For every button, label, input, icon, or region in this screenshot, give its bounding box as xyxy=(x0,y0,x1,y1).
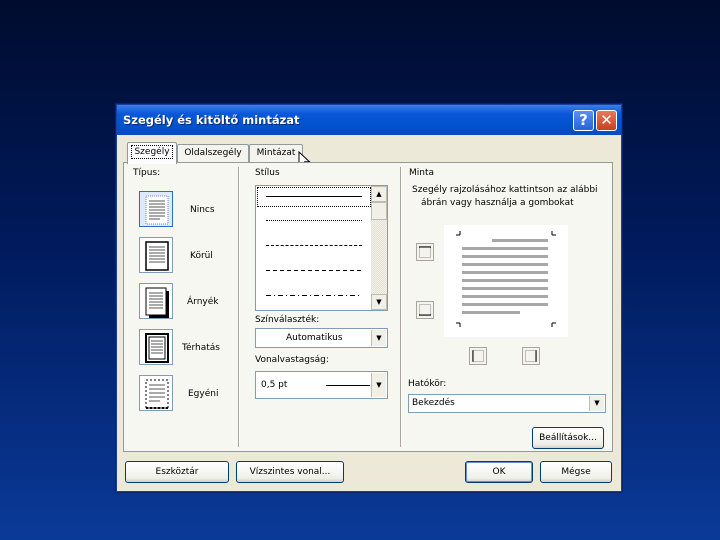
style-label: Stílus xyxy=(255,168,280,178)
style-dotted-line[interactable] xyxy=(266,220,362,221)
preview-text-line xyxy=(462,303,548,306)
type-3d-label: Térhatás xyxy=(182,343,220,353)
color-value: Automatikus xyxy=(286,333,343,343)
apply-to-label: Hatókör: xyxy=(408,379,447,389)
top-border-button[interactable] xyxy=(416,243,434,261)
border-top-icon xyxy=(419,246,431,258)
tab-shading-label: Mintázat xyxy=(256,148,296,158)
toolbar-button[interactable]: Eszköztár xyxy=(125,461,229,483)
type-box-button[interactable] xyxy=(139,237,173,273)
scroll-thumb[interactable] xyxy=(371,202,387,220)
type-none-button[interactable] xyxy=(139,191,173,227)
type-3d-button[interactable] xyxy=(139,329,173,365)
style-selection xyxy=(257,187,371,207)
chevron-down-icon[interactable]: ▼ xyxy=(371,330,386,346)
width-sample-line xyxy=(326,385,370,386)
tab-shading[interactable]: Mintázat xyxy=(249,144,303,163)
title-bar[interactable]: Szegély és kitöltő mintázat ? ✕ xyxy=(117,105,621,135)
scroll-up-icon[interactable]: ▲ xyxy=(371,186,387,202)
preview-text-line xyxy=(462,247,548,250)
border-shadow-icon xyxy=(145,287,169,318)
border-box-icon xyxy=(145,241,169,271)
type-box-label: Körül xyxy=(190,251,213,261)
preview-text-line xyxy=(462,295,548,298)
scroll-down-icon[interactable]: ▼ xyxy=(371,294,387,310)
options-button[interactable]: Beállítások... xyxy=(532,427,604,449)
type-label: Típus: xyxy=(133,168,161,178)
border-right-icon xyxy=(525,350,537,362)
border-3d-icon xyxy=(145,333,169,363)
style-dashed-line[interactable] xyxy=(266,270,362,271)
help-button[interactable]: ? xyxy=(573,110,594,131)
preview-hint-line1: Szegély rajzolásához kattintson az alább… xyxy=(412,185,598,195)
preview-label: Minta xyxy=(409,168,435,178)
separator xyxy=(400,167,402,447)
preview-text-line xyxy=(462,271,548,274)
preview-text-line xyxy=(462,311,520,314)
style-fine-dash-line[interactable] xyxy=(266,245,362,246)
width-label: Vonalvastagság: xyxy=(255,355,329,365)
style-dash-dot-line[interactable] xyxy=(266,295,362,296)
preview-text-line xyxy=(462,255,548,258)
type-custom-label: Egyéni xyxy=(188,389,219,399)
preview-hint-line2: ábrán vagy használja a gombokat xyxy=(421,198,574,208)
preview-text-line xyxy=(462,279,548,282)
ok-button[interactable]: OK xyxy=(465,461,533,483)
type-shadow-button[interactable] xyxy=(139,283,173,319)
tab-page-border-label: Oldalszegély xyxy=(184,148,242,158)
style-listbox[interactable]: ▲ ▼ xyxy=(255,185,388,311)
close-button[interactable]: ✕ xyxy=(596,110,617,131)
type-shadow-label: Árnyék xyxy=(187,297,219,307)
preview-text-line xyxy=(492,239,548,242)
dialog-title: Szegély és kitöltő mintázat xyxy=(123,113,300,127)
left-border-button[interactable] xyxy=(469,347,487,365)
apply-to-value: Bekezdés xyxy=(412,398,455,408)
tab-borders[interactable]: Szegély xyxy=(127,142,177,164)
style-solid-line[interactable] xyxy=(266,196,362,197)
color-combobox[interactable]: Automatikus ▼ xyxy=(255,328,388,348)
apply-to-combobox[interactable]: Bekezdés ▼ xyxy=(408,394,606,413)
border-left-icon xyxy=(472,350,484,362)
width-combobox[interactable]: 0,5 pt ▼ xyxy=(255,371,388,399)
preview-text-line xyxy=(462,263,548,266)
border-custom-icon xyxy=(145,379,169,409)
preview-text-line xyxy=(462,287,548,290)
horizontal-line-button[interactable]: Vízszintes vonal... xyxy=(236,461,344,483)
border-none-icon xyxy=(145,195,169,225)
type-none-label: Nincs xyxy=(190,205,215,215)
cancel-button[interactable]: Mégse xyxy=(540,461,612,483)
style-scrollbar[interactable]: ▲ ▼ xyxy=(371,186,387,310)
chevron-down-icon[interactable]: ▼ xyxy=(371,373,386,397)
tab-page-border[interactable]: Oldalszegély xyxy=(177,144,249,163)
border-and-shading-dialog: Szegély és kitöltő mintázat ? ✕ Szegély … xyxy=(116,104,622,492)
separator xyxy=(238,167,240,447)
type-custom-button[interactable] xyxy=(139,375,173,411)
width-value: 0,5 pt xyxy=(261,380,288,390)
chevron-down-icon[interactable]: ▼ xyxy=(589,396,604,411)
tab-borders-label: Szegély xyxy=(131,145,173,159)
color-label: Színválaszték: xyxy=(255,315,320,325)
border-preview-area[interactable] xyxy=(444,225,568,337)
bottom-border-button[interactable] xyxy=(416,301,434,319)
right-border-button[interactable] xyxy=(522,347,540,365)
border-bottom-icon xyxy=(419,304,431,316)
